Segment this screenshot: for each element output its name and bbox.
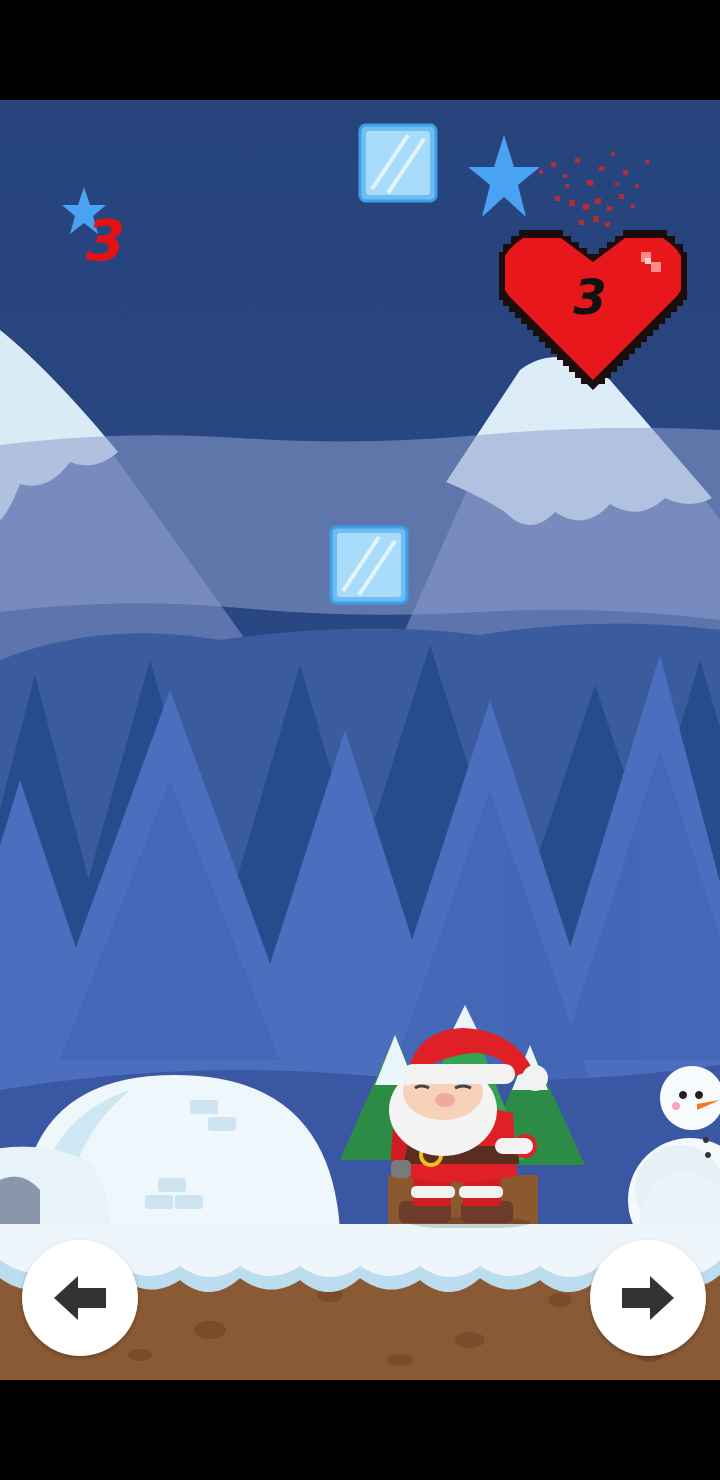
arrow-right-icon bbox=[622, 1276, 674, 1320]
move-left-button[interactable] bbox=[22, 1240, 138, 1356]
falling-ice-block bbox=[329, 525, 409, 605]
falling-ice-block bbox=[358, 123, 438, 203]
lives-count: 3 bbox=[573, 270, 607, 326]
santa-player bbox=[389, 1028, 548, 1228]
heart-icon bbox=[499, 152, 687, 390]
phone-screen: 3 3 bbox=[0, 0, 720, 1480]
game-canvas: 3 3 bbox=[0, 100, 720, 1380]
star-score: 3 bbox=[86, 209, 125, 274]
arrow-left-icon bbox=[54, 1276, 106, 1320]
move-right-button[interactable] bbox=[590, 1240, 706, 1356]
